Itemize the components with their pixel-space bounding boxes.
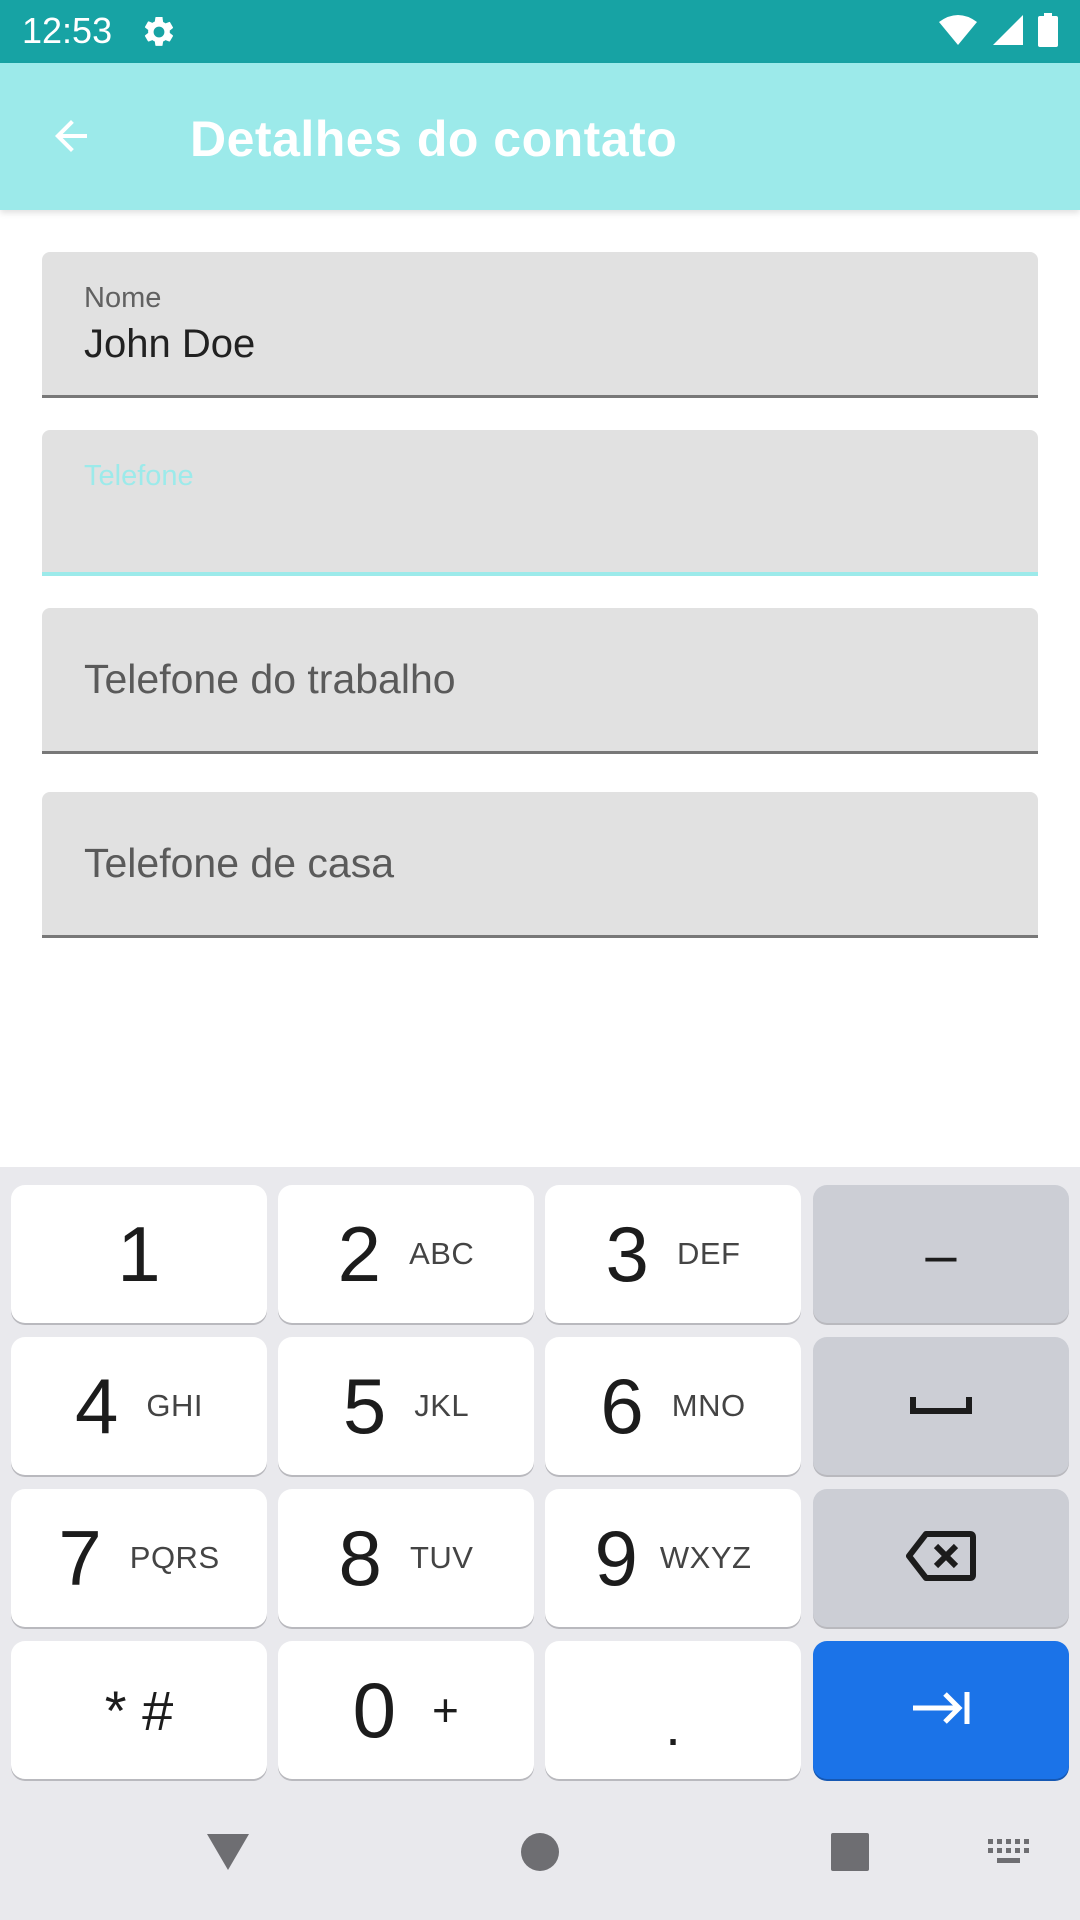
app-bar: Detalhes do contato: [0, 63, 1080, 210]
next-button[interactable]: [813, 1641, 1069, 1779]
key-1[interactable]: 1: [11, 1185, 267, 1323]
phone-field[interactable]: Telefone: [42, 430, 1038, 576]
wifi-icon: [938, 14, 978, 51]
numeric-keyboard: 1 2 ABC 3 DEF – 4 GHI 5 JKL 6 MNO 7 PQRS…: [0, 1167, 1080, 1788]
key-9-label: 9: [594, 1514, 638, 1602]
key-0-plus: +: [432, 1684, 460, 1736]
keyboard-switch-icon: [986, 1837, 1030, 1872]
key-2[interactable]: 2 ABC: [278, 1185, 534, 1323]
name-field-value: John Doe: [84, 322, 256, 366]
key-5[interactable]: 5 JKL: [278, 1337, 534, 1475]
work-phone-placeholder: Telefone do trabalho: [84, 656, 456, 702]
page-title: Detalhes do contato: [190, 111, 678, 167]
home-phone-placeholder: Telefone de casa: [84, 840, 395, 886]
key-3-letters: DEF: [676, 1236, 741, 1271]
key-3[interactable]: 3 DEF: [545, 1185, 801, 1323]
key-backspace[interactable]: [813, 1489, 1069, 1627]
nav-back-button[interactable]: [190, 1816, 266, 1892]
phone-field-label: Telefone: [84, 460, 194, 492]
status-bar: 12:53: [0, 0, 1080, 63]
key-2-label: 2: [337, 1210, 382, 1298]
key-8[interactable]: 8 TUV: [278, 1489, 534, 1627]
name-field-label: Nome: [84, 282, 162, 314]
space-icon: [909, 1389, 973, 1424]
key-6[interactable]: 6 MNO: [545, 1337, 801, 1475]
nav-home-button[interactable]: [502, 1816, 578, 1892]
key-space[interactable]: [813, 1337, 1069, 1475]
home-circle-icon: [520, 1832, 560, 1877]
key-6-letters: MNO: [671, 1388, 746, 1423]
nav-recents-button[interactable]: [812, 1816, 888, 1892]
next-icon: [909, 1688, 973, 1733]
key-8-letters: TUV: [409, 1540, 474, 1575]
key-star-hash-label: * #: [104, 1678, 174, 1742]
key-5-label: 5: [342, 1362, 387, 1450]
key-3-label: 3: [605, 1210, 649, 1298]
back-triangle-icon: [205, 1832, 251, 1877]
key-star-hash[interactable]: * #: [11, 1641, 267, 1779]
key-dash[interactable]: –: [813, 1185, 1069, 1323]
arrow-left-icon: [47, 112, 95, 165]
gear-icon: [141, 14, 177, 50]
key-4-letters: GHI: [146, 1388, 203, 1423]
navigation-bar: [0, 1788, 1080, 1920]
key-7[interactable]: 7 PQRS: [11, 1489, 267, 1627]
key-8-label: 8: [338, 1514, 382, 1602]
key-0[interactable]: 0 +: [278, 1641, 534, 1779]
key-0-label: 0: [352, 1666, 396, 1754]
signal-icon: [992, 14, 1024, 51]
key-7-label: 7: [58, 1514, 102, 1602]
battery-icon: [1038, 12, 1058, 52]
keyboard-switch-button[interactable]: [970, 1816, 1046, 1892]
key-dash-label: –: [925, 1222, 957, 1286]
key-7-letters: PQRS: [129, 1540, 220, 1575]
recents-square-icon: [830, 1832, 870, 1877]
back-button[interactable]: [38, 105, 104, 171]
key-dot-label: .: [665, 1693, 681, 1757]
key-4[interactable]: 4 GHI: [11, 1337, 267, 1475]
key-1-label: 1: [117, 1210, 161, 1298]
key-5-letters: JKL: [414, 1388, 470, 1423]
backspace-icon: [906, 1530, 976, 1587]
name-field[interactable]: Nome John Doe: [42, 252, 1038, 398]
home-phone-field[interactable]: Telefone de casa: [42, 792, 1038, 938]
key-9-letters: WXYZ: [659, 1540, 752, 1575]
key-9[interactable]: 9 WXYZ: [545, 1489, 801, 1627]
key-2-letters: ABC: [409, 1236, 475, 1271]
work-phone-field[interactable]: Telefone do trabalho: [42, 608, 1038, 754]
key-dot[interactable]: .: [545, 1641, 801, 1779]
key-4-label: 4: [74, 1362, 119, 1450]
key-6-label: 6: [600, 1362, 644, 1450]
status-time: 12:53: [22, 10, 113, 51]
